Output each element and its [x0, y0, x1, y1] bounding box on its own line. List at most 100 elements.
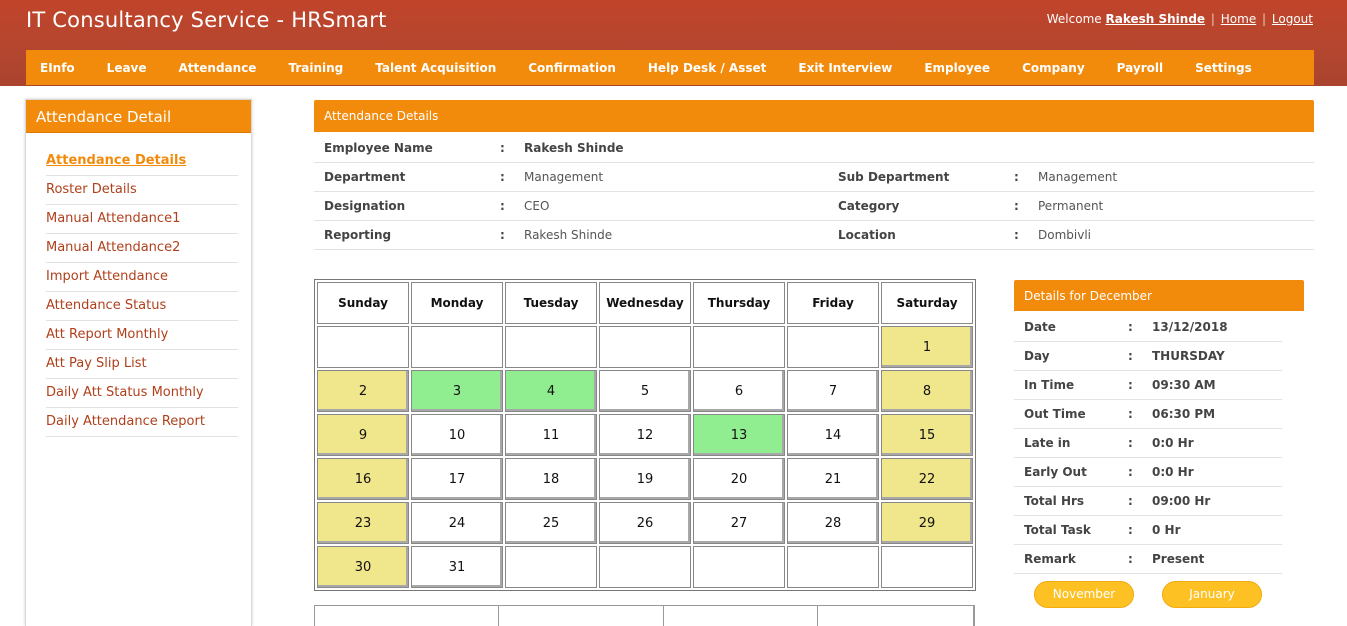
- detail-row: Late in: 0:0 Hr: [1014, 429, 1282, 458]
- employee-name-label: Employee Name: [324, 141, 433, 155]
- calendar-day-23[interactable]: 23: [317, 502, 409, 544]
- colon: :: [1014, 228, 1019, 242]
- sidebar: Attendance Detail Attendance Details Ros…: [25, 99, 252, 626]
- app-title: IT Consultancy Service - HRSmart: [26, 8, 387, 32]
- detail-row: Early Out: 0:0 Hr: [1014, 458, 1282, 487]
- nav-settings[interactable]: Settings: [1195, 61, 1252, 75]
- calendar-footer-strip: [314, 605, 975, 626]
- detail-total-task-label: Total Task: [1024, 523, 1091, 537]
- location-label: Location: [838, 228, 896, 242]
- footer-cell: [818, 606, 974, 626]
- calendar-day-11[interactable]: 11: [505, 414, 597, 456]
- sidebar-item-attendance-status[interactable]: Attendance Status: [46, 292, 238, 321]
- nav-company[interactable]: Company: [1022, 61, 1085, 75]
- sub-department-value: Management: [1038, 170, 1118, 184]
- calendar-empty-cell: [787, 326, 879, 368]
- detail-row: Out Time: 06:30 PM: [1014, 400, 1282, 429]
- nav-payroll[interactable]: Payroll: [1117, 61, 1163, 75]
- calendar-day-24[interactable]: 24: [411, 502, 503, 544]
- weekday-monday: Monday: [411, 282, 503, 324]
- sidebar-item-manual-attendance2[interactable]: Manual Attendance2: [46, 234, 238, 263]
- detail-in-time-value: 09:30 AM: [1152, 378, 1216, 392]
- calendar-day-19[interactable]: 19: [599, 458, 691, 500]
- sidebar-item-manual-attendance1[interactable]: Manual Attendance1: [46, 205, 238, 234]
- calendar-header-row: Sunday Monday Tuesday Wednesday Thursday…: [317, 282, 973, 324]
- info-row-reporting: Reporting : Rakesh Shinde Location : Dom…: [314, 221, 1314, 250]
- calendar-week-row: 9 10 11 12 13 14 15: [317, 414, 973, 456]
- logout-link[interactable]: Logout: [1272, 12, 1313, 26]
- nav-talent-acquisition[interactable]: Talent Acquisition: [375, 61, 496, 75]
- sidebar-item-daily-att-status-monthly[interactable]: Daily Att Status Monthly: [46, 379, 238, 408]
- calendar-day-22[interactable]: 22: [881, 458, 973, 500]
- colon: :: [1128, 436, 1133, 450]
- sidebar-item-roster-details[interactable]: Roster Details: [46, 176, 238, 205]
- calendar-day-28[interactable]: 28: [787, 502, 879, 544]
- calendar-day-5[interactable]: 5: [599, 370, 691, 412]
- next-month-button[interactable]: January: [1162, 581, 1262, 608]
- calendar-day-4[interactable]: 4: [505, 370, 597, 412]
- panel-title: Attendance Details: [314, 100, 1314, 132]
- designation-value: CEO: [524, 199, 550, 213]
- calendar-empty-cell: [505, 326, 597, 368]
- colon: :: [500, 199, 505, 213]
- sidebar-item-att-report-monthly[interactable]: Att Report Monthly: [46, 321, 238, 350]
- calendar-day-21[interactable]: 21: [787, 458, 879, 500]
- calendar-day-10[interactable]: 10: [411, 414, 503, 456]
- detail-total-hrs-value: 09:00 Hr: [1152, 494, 1211, 508]
- detail-early-out-value: 0:0 Hr: [1152, 465, 1194, 479]
- calendar-day-29[interactable]: 29: [881, 502, 973, 544]
- calendar-day-12[interactable]: 12: [599, 414, 691, 456]
- detail-remark-value: Present: [1152, 552, 1205, 566]
- calendar-day-13[interactable]: 13: [693, 414, 785, 456]
- sidebar-item-daily-attendance-report[interactable]: Daily Attendance Report: [46, 408, 238, 437]
- calendar-day-26[interactable]: 26: [599, 502, 691, 544]
- nav-attendance[interactable]: Attendance: [179, 61, 257, 75]
- nav-training[interactable]: Training: [288, 61, 343, 75]
- location-value: Dombivli: [1038, 228, 1091, 242]
- calendar-day-27[interactable]: 27: [693, 502, 785, 544]
- sidebar-item-attendance-details[interactable]: Attendance Details: [46, 147, 238, 176]
- calendar-day-7[interactable]: 7: [787, 370, 879, 412]
- calendar-day-6[interactable]: 6: [693, 370, 785, 412]
- calendar-day-31[interactable]: 31: [411, 546, 503, 588]
- calendar-week-row: 23 24 25 26 27 28 29: [317, 502, 973, 544]
- day-details: Date: 13/12/2018 Day: THURSDAY In Time: 09:30…: [1014, 313, 1282, 574]
- calendar-day-25[interactable]: 25: [505, 502, 597, 544]
- colon: :: [1128, 523, 1133, 537]
- nav-einfo[interactable]: EInfo: [40, 61, 75, 75]
- reporting-value: Rakesh Shinde: [524, 228, 613, 242]
- calendar-week-row: 2345678: [317, 370, 973, 412]
- detail-row: In Time: 09:30 AM: [1014, 371, 1282, 400]
- sidebar-item-import-attendance[interactable]: Import Attendance: [46, 263, 238, 292]
- calendar-day-8[interactable]: 8: [881, 370, 973, 412]
- nav-exit-interview[interactable]: Exit Interview: [798, 61, 892, 75]
- main-nav: EInfo Leave Attendance Training Talent A…: [26, 50, 1314, 85]
- detail-total-hrs-label: Total Hrs: [1024, 494, 1085, 508]
- welcome-text: Welcome: [1046, 12, 1102, 26]
- calendar-day-1[interactable]: 1: [881, 326, 973, 368]
- department-label: Department: [324, 170, 406, 184]
- calendar-day-20[interactable]: 20: [693, 458, 785, 500]
- calendar-day-2[interactable]: 2: [317, 370, 409, 412]
- calendar-day-14[interactable]: 14: [787, 414, 879, 456]
- colon: :: [1128, 378, 1133, 392]
- calendar-day-15[interactable]: 15: [881, 414, 973, 456]
- calendar-day-30[interactable]: 30: [317, 546, 409, 588]
- prev-month-button[interactable]: November: [1034, 581, 1134, 608]
- calendar-day-17[interactable]: 17: [411, 458, 503, 500]
- attendance-calendar: Sunday Monday Tuesday Wednesday Thursday…: [314, 279, 976, 591]
- calendar-day-9[interactable]: 9: [317, 414, 409, 456]
- colon: :: [1014, 170, 1019, 184]
- nav-leave[interactable]: Leave: [107, 61, 147, 75]
- user-name[interactable]: Rakesh Shinde: [1105, 12, 1205, 26]
- nav-help-desk-asset[interactable]: Help Desk / Asset: [648, 61, 766, 75]
- calendar-day-3[interactable]: 3: [411, 370, 503, 412]
- sidebar-title: Attendance Detail: [26, 100, 251, 133]
- sidebar-item-att-pay-slip-list[interactable]: Att Pay Slip List: [46, 350, 238, 379]
- nav-confirmation[interactable]: Confirmation: [528, 61, 616, 75]
- calendar-day-18[interactable]: 18: [505, 458, 597, 500]
- nav-employee[interactable]: Employee: [924, 61, 990, 75]
- calendar-day-16[interactable]: 16: [317, 458, 409, 500]
- home-link[interactable]: Home: [1221, 12, 1256, 26]
- detail-row: Remark: Present: [1014, 545, 1282, 574]
